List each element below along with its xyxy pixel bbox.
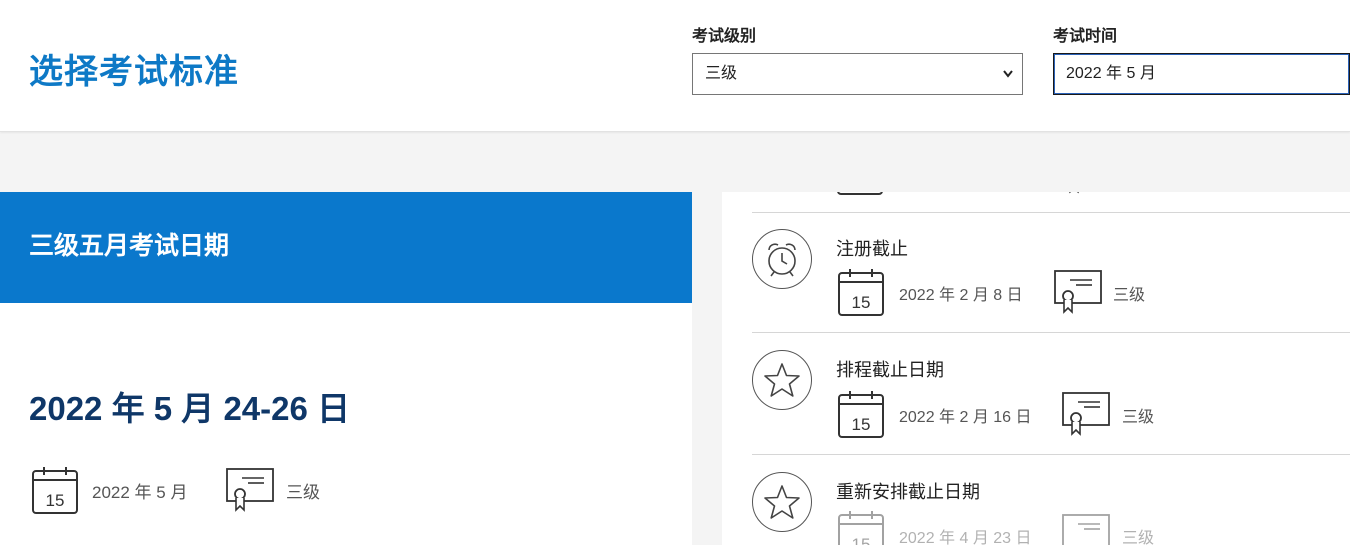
time-select[interactable]: 2022 年 5 月 — [1053, 53, 1350, 95]
deadline-list: 注册截止 15 2022 年 2 月 8 日 三级 排程截止日期 15 2022… — [722, 192, 1350, 545]
chevron-down-icon — [1002, 54, 1014, 110]
event-level: 三级 — [1122, 530, 1155, 545]
event-title: 注册截止 — [836, 239, 908, 259]
certificate-icon — [1069, 192, 1079, 194]
exam-date-heading: 三级五月考试日期 — [29, 232, 230, 260]
time-filter-label: 考试时间 — [1053, 28, 1118, 45]
level-filter-label: 考试级别 — [692, 28, 757, 45]
event-date: 2022 年 2 月 16 日 — [899, 409, 1032, 426]
svg-text:15: 15 — [852, 535, 871, 545]
certificate-icon — [1062, 514, 1110, 545]
exam-month: 2022 年 5 月 — [92, 483, 188, 502]
level-select-value: 三级 — [705, 65, 738, 82]
certificate-icon — [1062, 392, 1110, 436]
event-level: 三级 — [1122, 409, 1155, 426]
divider — [752, 332, 1350, 333]
calendar-icon — [837, 192, 883, 195]
exam-date-range: 2022 年 5 月 24-26 日 — [29, 390, 351, 427]
exam-date-panel: 三级五月考试日期 2022 年 5 月 24-26 日 15 2022 年 5 … — [0, 192, 692, 545]
event-level: 三级 — [1113, 287, 1146, 304]
calendar-icon: 15 — [838, 391, 884, 438]
level-select[interactable]: 三级 — [692, 53, 1023, 95]
calendar-icon: 15 — [838, 511, 884, 545]
event-date: 2022 年 4 月 23 日 — [899, 530, 1032, 545]
calendar-icon: 15 — [838, 269, 884, 316]
alarm-clock-icon — [752, 229, 812, 289]
header-bar: 选择考试标准 考试级别 三级 考试时间 2022 年 5 月 — [0, 0, 1350, 132]
svg-text:15: 15 — [46, 491, 65, 510]
svg-text:15: 15 — [852, 293, 871, 312]
calendar-icon: 15 — [32, 467, 78, 514]
event-date: 2022 年 2 月 8 日 — [899, 287, 1023, 304]
time-select-value: 2022 年 5 月 — [1066, 65, 1156, 82]
event-title: 重新安排截止日期 — [836, 482, 980, 502]
exam-date-header: 三级五月考试日期 — [0, 192, 692, 303]
svg-text:15: 15 — [852, 415, 871, 434]
exam-level: 三级 — [286, 483, 320, 502]
certificate-icon — [226, 468, 274, 512]
divider — [752, 454, 1350, 455]
divider — [752, 212, 1350, 213]
star-icon — [752, 350, 812, 410]
page-title: 选择考试标准 — [29, 53, 239, 91]
certificate-icon — [1054, 270, 1102, 314]
event-title: 排程截止日期 — [836, 360, 944, 380]
star-icon — [752, 472, 812, 532]
